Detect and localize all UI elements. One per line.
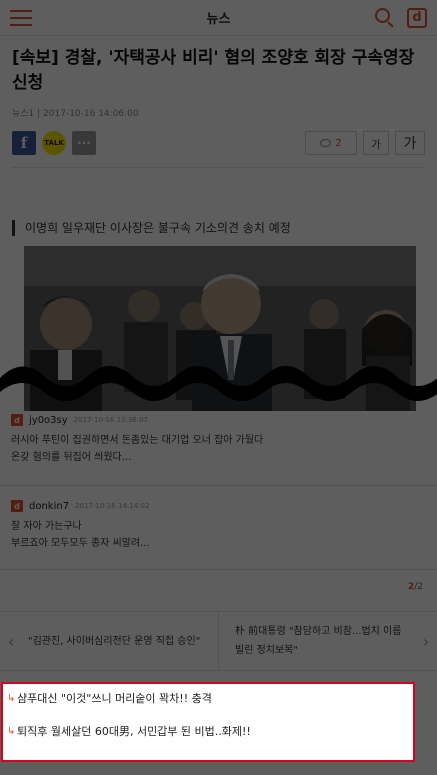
comment-pager[interactable]: 2/2 — [408, 582, 423, 592]
hamburger-menu-icon[interactable] — [10, 9, 32, 26]
prev-article-link[interactable]: ‹ "김관진, 사이버심리전단 운영 직접 승인" — [0, 612, 218, 670]
comment-username[interactable]: donkin7 — [29, 501, 69, 512]
comment-text: 온갖 혐의를 뒤집어 씌웠다... — [11, 452, 132, 463]
article-headline: [속보] 경찰, '자택공사 비리' 혐의 조양호 회장 구속영장 신청 — [12, 48, 415, 93]
font-decrease-button[interactable]: 가 — [363, 131, 389, 155]
font-increase-button[interactable]: 가 — [395, 131, 425, 155]
article-subtitle: 이명희 일우재단 이사장은 불구속 기소의견 송치 예정 — [12, 220, 425, 236]
search-icon[interactable] — [375, 7, 395, 28]
facebook-share-button[interactable]: f — [12, 131, 36, 155]
more-share-button[interactable]: ··· — [72, 131, 96, 155]
daum-user-icon: d — [11, 414, 23, 426]
article-page: 뉴스 d [속보] 경찰, '자택공사 비리' 혐의 조양호 회장 구속영장 신… — [0, 0, 437, 775]
comment-text: 잘 자아 가는구나 — [11, 521, 82, 532]
related-articles-nav: ‹ "김관진, 사이버심리전단 운영 직접 승인" 朴 前대통령 "참담하고 비… — [0, 611, 437, 671]
promo-link[interactable]: ↳ 샴푸대신 "이것"쓰니 머리숱이 꽉차!! 충격 — [7, 691, 409, 707]
comment-date: 2017-10-16 14:14:02 — [75, 502, 150, 510]
reply-arrow-icon: ↳ — [7, 693, 16, 704]
next-article-link[interactable]: 朴 前대통령 "참담하고 비참...법치 이름 빌린 정치보복" › — [218, 612, 437, 670]
comment-text: 부르죠아 모두모두 종자 씨말려... — [11, 538, 150, 549]
reply-arrow-icon: ↳ — [7, 726, 16, 737]
comment-date: 2017-10-16 13:36:07 — [73, 416, 149, 424]
promo-ad-box: ↳ 샴푸대신 "이것"쓰니 머리숱이 꽉차!! 충격 ↳ 퇴직후 월세살던 60… — [1, 682, 415, 762]
promo-link[interactable]: ↳ 퇴직후 월세살던 60대男, 서민갑부 된 비법..화제!! — [7, 724, 409, 740]
chevron-right-icon: › — [422, 631, 430, 651]
torn-screenshot-band — [0, 366, 437, 401]
chevron-left-icon: ‹ — [7, 631, 15, 651]
share-toolbar: f TALK ··· 2 가 가 — [12, 131, 425, 168]
promo-text: 퇴직후 월세살던 60대男, 서민갑부 된 비법..화제!! — [17, 725, 251, 738]
comment-username[interactable]: jy0o3sy — [29, 415, 68, 426]
next-article-title: 朴 前대통령 "참담하고 비참...법치 이름 빌린 정치보복" — [235, 626, 402, 656]
article-header: [속보] 경찰, '자택공사 비리' 혐의 조양호 회장 구속영장 신청 뉴스1… — [0, 36, 437, 168]
top-bar: 뉴스 d — [0, 0, 437, 36]
comment-item: d jy0o3sy 2017-10-16 13:36:07 러시아 푸틴이 집권… — [0, 414, 437, 466]
divider — [0, 485, 437, 486]
comment-count: 2 — [335, 137, 342, 149]
divider — [0, 569, 437, 570]
daum-user-icon: d — [11, 500, 23, 512]
page-title: 뉴스 — [206, 12, 231, 27]
comment-item: d donkin7 2017-10-16 14:14:02 잘 자아 가는구나 … — [0, 500, 437, 552]
speech-bubble-icon — [320, 139, 332, 147]
comment-text: 러시아 푸틴이 집권하면서 돈좀있는 대기업 오너 잡아 가뒀다 — [11, 435, 264, 446]
prev-article-title: "김관진, 사이버심리전단 운영 직접 승인" — [28, 635, 201, 647]
comment-button[interactable]: 2 — [305, 131, 357, 155]
kakaotalk-share-button[interactable]: TALK — [42, 131, 66, 155]
pager-total: 2 — [417, 582, 423, 592]
site-logo[interactable]: d — [407, 7, 427, 28]
article-byline: 뉴스1 | 2017-10-16 14:06:00 — [12, 109, 139, 119]
promo-text: 샴푸대신 "이것"쓰니 머리숱이 꽉차!! 충격 — [17, 692, 212, 705]
